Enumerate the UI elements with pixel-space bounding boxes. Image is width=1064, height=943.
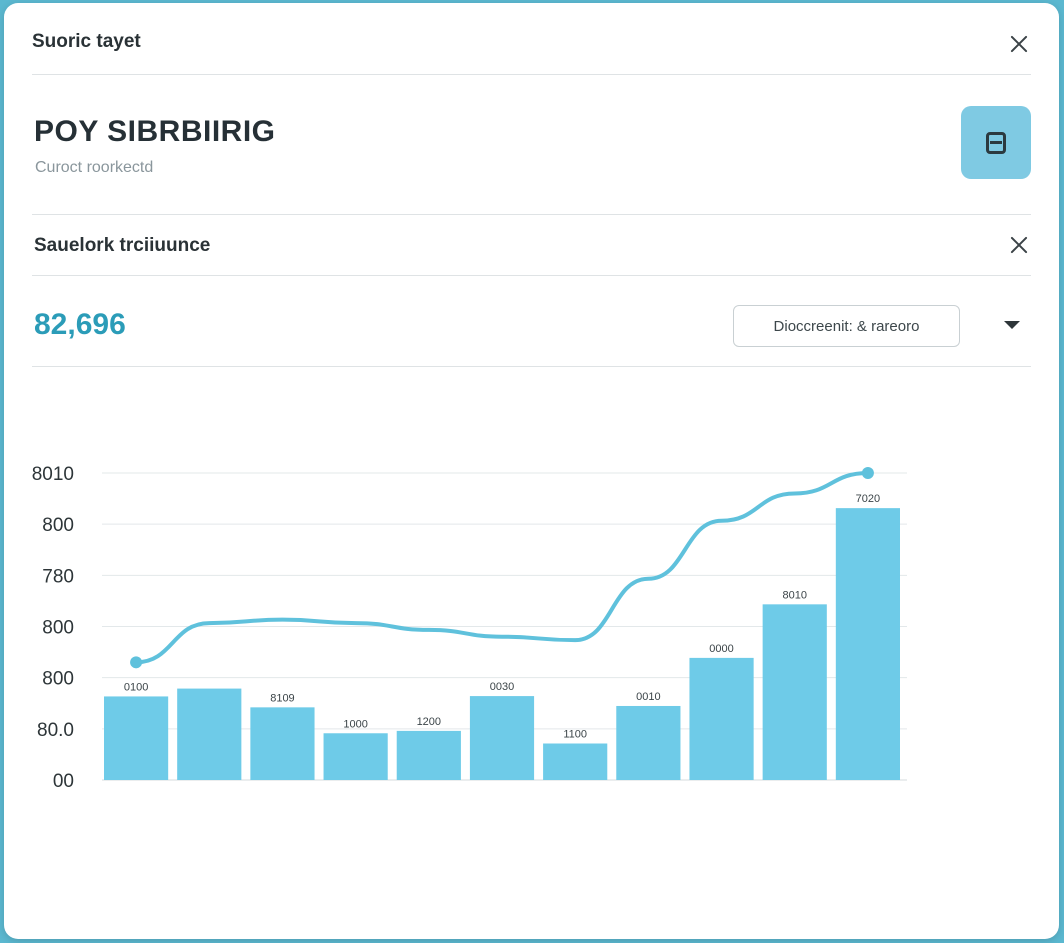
bar-label: 1100 xyxy=(563,729,587,741)
y-tick-label: 800 xyxy=(42,515,74,536)
bar-label: 0030 xyxy=(490,681,514,693)
dialog: Suoric tayet POY SIBRBIIRIG Curoct roork… xyxy=(4,3,1059,939)
y-tick-label: 800 xyxy=(42,669,74,690)
divider xyxy=(32,74,1031,75)
y-tick-label: 800 xyxy=(42,618,74,639)
bar-label: 0010 xyxy=(636,691,660,703)
divider xyxy=(32,275,1031,276)
bar xyxy=(469,696,535,780)
metric-value: 82,696 xyxy=(34,308,126,341)
bar xyxy=(396,730,461,780)
section-close-icon[interactable] xyxy=(1008,234,1030,256)
bar xyxy=(835,508,900,780)
bar xyxy=(543,743,608,780)
y-tick-label: 780 xyxy=(42,566,74,587)
bar-label: 0000 xyxy=(709,643,733,655)
filter-select[interactable]: Dioccreenit: & rareoro xyxy=(733,305,960,347)
save-button[interactable] xyxy=(961,106,1031,179)
close-icon[interactable] xyxy=(1008,33,1030,55)
bar-label: 0100 xyxy=(124,681,148,693)
divider xyxy=(32,366,1031,367)
bar xyxy=(762,604,827,780)
bar-label: 7020 xyxy=(856,493,880,505)
page-subtitle: Curoct roorkectd xyxy=(35,159,154,176)
bar xyxy=(177,688,242,780)
bar-label: 8109 xyxy=(270,692,294,704)
bar xyxy=(104,696,169,780)
line-point xyxy=(861,467,874,479)
bar-line-chart: 00 80.0 800 800 780 800 8010 0100 8109 1000 1200 00… xyxy=(32,464,907,792)
dialog-header-title: Suoric tayet xyxy=(32,31,141,52)
y-tick-label: 00 xyxy=(53,771,74,792)
y-tick-label: 8010 xyxy=(32,464,74,485)
bar xyxy=(250,707,315,780)
bar-label: 8010 xyxy=(782,589,806,601)
divider xyxy=(32,214,1031,215)
page-title: POY SIBRBIIRIG xyxy=(34,115,276,148)
chevron-down-icon[interactable] xyxy=(1004,321,1020,329)
save-icon xyxy=(986,131,1006,154)
bar-label: 1200 xyxy=(417,716,441,728)
bar-label: 1000 xyxy=(343,718,367,730)
bar xyxy=(616,705,681,780)
section-title: Sauelork trciiuunce xyxy=(34,235,211,256)
line-point xyxy=(130,656,143,669)
bar xyxy=(689,657,754,780)
trend-line xyxy=(134,471,870,665)
bar xyxy=(323,733,388,780)
y-tick-label: 80.0 xyxy=(37,720,74,741)
